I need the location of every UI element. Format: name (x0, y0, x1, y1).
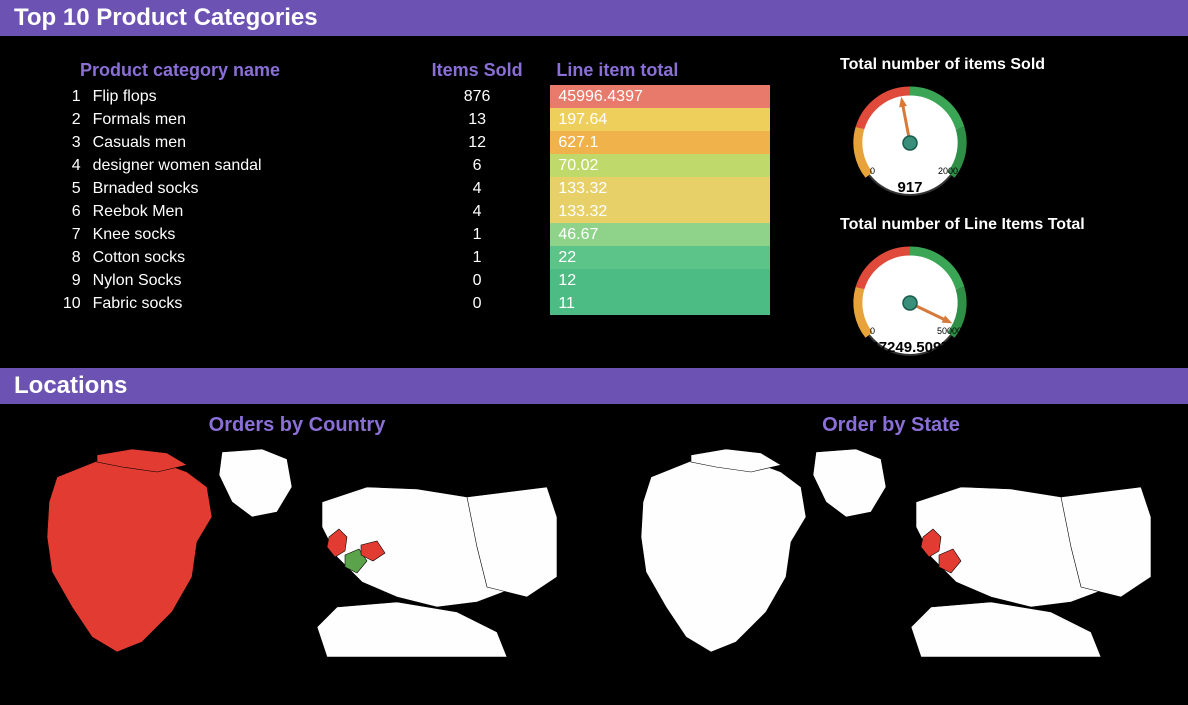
row-lit: 133.32 (550, 200, 770, 223)
gauge2-min: 0 (870, 326, 875, 336)
row-rank: 2 (50, 108, 87, 131)
table-row: 9Nylon Socks012 (50, 269, 770, 292)
row-rank: 10 (50, 292, 87, 315)
gauge-title-1: Total number of items Sold (840, 56, 1158, 74)
row-lit: 70.02 (550, 154, 770, 177)
row-lit: 627.1 (550, 131, 770, 154)
section-header-locations: Locations (0, 368, 1188, 404)
product-table-block: Product category name Items Sold Line it… (50, 56, 770, 358)
table-row: 7Knee socks146.67 (50, 223, 770, 246)
gauge-line-items: Total number of Line Items Total 0 50000 (840, 216, 1158, 358)
table-row: 2Formals men13197.64 (50, 108, 770, 131)
row-name: Formals men (87, 108, 404, 131)
table-row: 6Reebok Men4133.32 (50, 200, 770, 223)
map-block-state: Order by State (614, 414, 1168, 657)
row-name: Cotton socks (87, 246, 404, 269)
gauge2-max: 50000 (937, 326, 962, 336)
row-rank: 5 (50, 177, 87, 200)
table-row: 1Flip flops87645996.4397 (50, 85, 770, 108)
map-title-state: Order by State (614, 414, 1168, 437)
row-name: Nylon Socks (87, 269, 404, 292)
row-lit: 22 (550, 246, 770, 269)
row-items: 4 (404, 177, 550, 200)
row-items: 1 (404, 246, 550, 269)
top-area: Product category name Items Sold Line it… (0, 36, 1188, 368)
row-lit: 11 (550, 292, 770, 315)
gauge-title-2: Total number of Line Items Total (840, 216, 1158, 234)
row-name: Fabric socks (87, 292, 404, 315)
map-block-country: Orders by Country (20, 414, 574, 657)
table-row: 10Fabric socks011 (50, 292, 770, 315)
table-row: 8Cotton socks122 (50, 246, 770, 269)
row-name: Casuals men (87, 131, 404, 154)
row-lit: 46.67 (550, 223, 770, 246)
gauge-1: 0 2000 917 (840, 78, 980, 198)
table-row: 3Casuals men12627.1 (50, 131, 770, 154)
map-title-country: Orders by Country (20, 414, 574, 437)
row-lit: 45996.4397 (550, 85, 770, 108)
row-rank: 8 (50, 246, 87, 269)
row-rank: 1 (50, 85, 87, 108)
col-items: Items Sold (404, 56, 550, 85)
row-lit: 12 (550, 269, 770, 292)
row-items: 0 (404, 269, 550, 292)
row-name: Reebok Men (87, 200, 404, 223)
section-header-top: Top 10 Product Categories (0, 0, 1188, 36)
row-lit: 197.64 (550, 108, 770, 131)
gauge1-value: 917 (840, 179, 980, 196)
gauge-items-sold: Total number of items Sold 0 2000 917 (840, 56, 1158, 198)
row-rank: 3 (50, 131, 87, 154)
gauge2-value: 47249.5097 (840, 339, 980, 356)
row-items: 1 (404, 223, 550, 246)
gauge1-max: 2000 (938, 166, 958, 176)
gauge1-min: 0 (870, 166, 875, 176)
row-name: Brnaded socks (87, 177, 404, 200)
row-name: Knee socks (87, 223, 404, 246)
row-name: designer women sandal (87, 154, 404, 177)
row-rank: 9 (50, 269, 87, 292)
maps-row: Orders by Country (0, 404, 1188, 657)
row-items: 4 (404, 200, 550, 223)
row-items: 6 (404, 154, 550, 177)
row-items: 0 (404, 292, 550, 315)
map-country[interactable] (37, 447, 557, 657)
row-items: 12 (404, 131, 550, 154)
gauges-column: Total number of items Sold 0 2000 917 (770, 56, 1158, 358)
map-state[interactable] (631, 447, 1151, 657)
row-items: 13 (404, 108, 550, 131)
col-category: Product category name (50, 56, 404, 85)
row-rank: 7 (50, 223, 87, 246)
product-table: Product category name Items Sold Line it… (50, 56, 770, 315)
table-row: 5Brnaded socks4133.32 (50, 177, 770, 200)
row-name: Flip flops (87, 85, 404, 108)
gauge-2: 0 50000 47249.5097 (840, 238, 980, 358)
row-lit: 133.32 (550, 177, 770, 200)
table-row: 4designer women sandal670.02 (50, 154, 770, 177)
row-rank: 6 (50, 200, 87, 223)
row-rank: 4 (50, 154, 87, 177)
row-items: 876 (404, 85, 550, 108)
col-lit: Line item total (550, 56, 770, 85)
